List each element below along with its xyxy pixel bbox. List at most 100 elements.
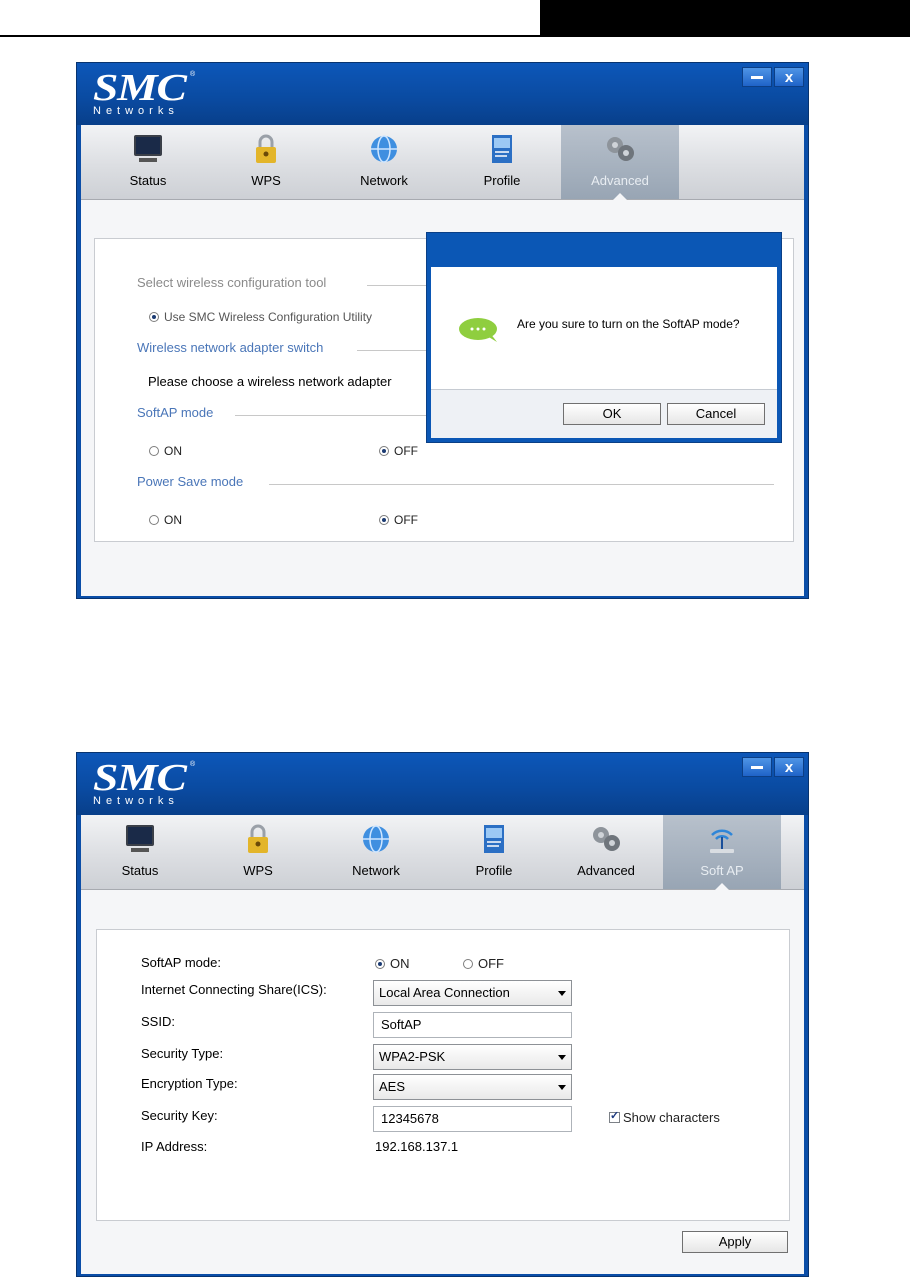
- section-divider: [367, 285, 427, 286]
- window-controls: x: [742, 757, 804, 777]
- section-divider: [235, 415, 427, 416]
- adapter-switch-heading: Wireless network adapter switch: [137, 340, 324, 355]
- powersave-off-option[interactable]: OFF: [379, 513, 418, 527]
- close-button[interactable]: x: [774, 757, 804, 777]
- radio-button[interactable]: [149, 446, 159, 456]
- softap-settings-panel: SoftAP mode: ON OFF Internet Connecting …: [96, 929, 790, 1221]
- tab-wps[interactable]: WPS: [207, 125, 325, 199]
- softap-icon: [710, 829, 734, 853]
- chat-bubble-icon: [459, 318, 497, 342]
- profile-icon: [492, 135, 512, 163]
- radio-button[interactable]: [379, 515, 389, 525]
- tab-label: Status: [129, 173, 167, 188]
- chevron-down-icon: [558, 1085, 566, 1090]
- tab-label: Status: [121, 863, 159, 878]
- close-button[interactable]: x: [774, 67, 804, 87]
- encryption-type-value: AES: [379, 1079, 406, 1094]
- ics-select[interactable]: Local Area Connection: [373, 980, 572, 1006]
- tab-label: WPS: [243, 863, 273, 878]
- minimize-icon: [751, 75, 763, 79]
- security-key-input[interactable]: 12345678: [373, 1106, 572, 1132]
- option-label: OFF: [394, 513, 418, 527]
- radio-button[interactable]: [149, 515, 159, 525]
- tab-status[interactable]: Status: [89, 125, 207, 199]
- tab-profile[interactable]: Profile: [435, 815, 553, 889]
- security-type-select[interactable]: WPA2-PSK: [373, 1044, 572, 1070]
- softap-confirm-dialog: Are you sure to turn on the SoftAP mode?…: [426, 232, 782, 443]
- tab-label: Profile: [483, 173, 521, 188]
- title-bar: SMC Networks ® x: [77, 63, 808, 125]
- radio-button[interactable]: [375, 958, 385, 969]
- smc-logo: SMC Networks ®: [93, 759, 195, 807]
- checkbox[interactable]: [609, 1109, 620, 1123]
- smc-logo: SMC Networks ®: [93, 69, 195, 117]
- show-characters-checkbox[interactable]: Show characters: [609, 1109, 720, 1125]
- tab-wps[interactable]: WPS: [199, 815, 317, 889]
- show-characters-label: Show characters: [623, 1110, 720, 1125]
- security-type-value: WPA2-PSK: [379, 1049, 446, 1064]
- logo-registered-mark: ®: [190, 761, 196, 768]
- tab-advanced[interactable]: Advanced: [561, 125, 679, 199]
- tab-soft-ap[interactable]: Soft AP: [663, 815, 781, 889]
- ok-button[interactable]: OK: [563, 403, 661, 425]
- logo-text: SMC: [93, 757, 187, 799]
- close-icon: x: [784, 759, 794, 776]
- lock-icon: [256, 134, 276, 163]
- logo-text: SMC: [93, 67, 187, 109]
- option-label: Use SMC Wireless Configuration Utility: [164, 310, 373, 324]
- gears-icon: [593, 827, 620, 851]
- apply-button[interactable]: Apply: [682, 1231, 788, 1253]
- encryption-type-select[interactable]: AES: [373, 1074, 572, 1100]
- section-divider: [269, 484, 774, 485]
- softap-mode-label: SoftAP mode:: [141, 955, 221, 970]
- page-header-rule: [0, 0, 910, 38]
- tab-label: Advanced: [577, 863, 635, 878]
- monitor-icon: [126, 825, 154, 852]
- chevron-down-icon: [558, 991, 566, 996]
- option-label: ON: [164, 513, 182, 527]
- tab-network[interactable]: Network: [325, 125, 443, 199]
- adapter-text: Please choose a wireless network adapter: [148, 374, 392, 389]
- tab-label: Profile: [475, 863, 513, 878]
- radio-button[interactable]: [463, 958, 473, 969]
- ip-address-label: IP Address:: [141, 1139, 208, 1154]
- config-tool-option[interactable]: Use SMC Wireless Configuration Utility: [149, 310, 372, 324]
- option-label: OFF: [478, 956, 504, 971]
- tab-network[interactable]: Network: [317, 815, 435, 889]
- radio-button[interactable]: [149, 312, 159, 322]
- ssid-value: SoftAP: [381, 1017, 422, 1032]
- header-black-block: [540, 0, 910, 37]
- cancel-button[interactable]: Cancel: [667, 403, 765, 425]
- tab-label: Network: [360, 173, 408, 188]
- content-area: SoftAP mode: ON OFF Internet Connecting …: [81, 890, 804, 1274]
- softap-on-option[interactable]: ON: [375, 956, 410, 971]
- tab-label: WPS: [251, 173, 281, 188]
- ip-address-value: 192.168.137.1: [375, 1139, 459, 1154]
- softap-on-option[interactable]: ON: [149, 444, 182, 458]
- ssid-input[interactable]: SoftAP: [373, 1012, 572, 1038]
- profile-icon: [484, 825, 504, 853]
- option-label: ON: [390, 956, 410, 971]
- security-type-label: Security Type:: [141, 1046, 224, 1061]
- minimize-button[interactable]: [742, 757, 772, 777]
- powersave-on-option[interactable]: ON: [149, 513, 182, 527]
- tab-advanced[interactable]: Advanced: [547, 815, 665, 889]
- tab-status[interactable]: Status: [81, 815, 199, 889]
- softap-off-option[interactable]: OFF: [379, 444, 418, 458]
- radio-button[interactable]: [379, 446, 389, 456]
- monitor-icon: [134, 135, 162, 162]
- option-label: OFF: [394, 444, 418, 458]
- softap-window: SMC Networks ® x Status WPS Network Prof…: [76, 752, 809, 1277]
- ics-label: Internet Connecting Share(ICS):: [141, 982, 327, 997]
- minimize-button[interactable]: [742, 67, 772, 87]
- gears-icon: [607, 137, 634, 161]
- softap-off-option[interactable]: OFF: [463, 956, 504, 971]
- dialog-body: Are you sure to turn on the SoftAP mode?: [431, 267, 777, 389]
- config-tool-heading: Select wireless configuration tool: [137, 275, 327, 290]
- tab-profile[interactable]: Profile: [443, 125, 561, 199]
- minimize-icon: [751, 765, 763, 769]
- ssid-label: SSID:: [141, 1014, 175, 1029]
- encryption-type-label: Encryption Type:: [141, 1076, 238, 1091]
- softap-heading: SoftAP mode: [137, 405, 214, 420]
- ics-value: Local Area Connection: [379, 985, 510, 1000]
